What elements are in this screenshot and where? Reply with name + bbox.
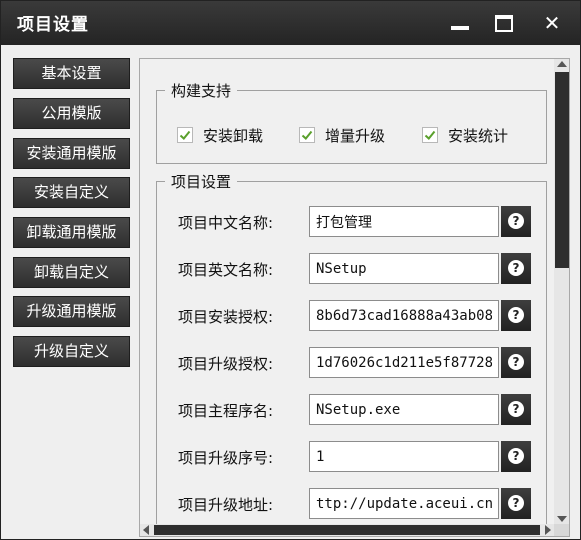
check-icon — [177, 127, 193, 143]
sidebar-item-uninstall-custom[interactable]: 卸载自定义 — [13, 257, 130, 288]
field-label-upgrade-number: 项目升级序号: — [178, 449, 274, 467]
close-icon[interactable]: ✕ — [540, 11, 564, 35]
build-support-title: 构建支持 — [165, 80, 238, 101]
help-button-upgrade-url[interactable]: ? — [501, 488, 531, 519]
cn-name-input[interactable] — [309, 206, 499, 237]
window-title: 项目设置 — [17, 15, 89, 35]
upgrade-url-input[interactable] — [309, 488, 499, 519]
project-settings-title: 项目设置 — [165, 171, 238, 192]
help-icon: ? — [508, 260, 524, 276]
help-button-cn-name[interactable]: ? — [501, 206, 531, 237]
check-icon — [422, 127, 438, 143]
settings-panel: 构建支持 安装卸载 增量升级 安装统计 项目设置 项目中文名称: 打包管理 ? … — [139, 58, 570, 537]
maximize-icon[interactable] — [492, 11, 516, 35]
project-settings-window: 项目设置 ✕ 基本设置 公用模版 安装通用模版 安装自定义 卸载通用模版 卸载自… — [0, 0, 581, 540]
checkbox-label: 增量升级 — [325, 127, 386, 145]
scroll-up-icon[interactable] — [557, 61, 567, 67]
install-auth-input[interactable] — [309, 300, 499, 331]
field-label-cn-name: 项目中文名称: — [178, 214, 274, 232]
minimize-icon[interactable] — [448, 11, 472, 35]
check-icon — [299, 127, 315, 143]
help-button-upgrade-auth[interactable]: ? — [501, 347, 531, 378]
help-icon: ? — [508, 213, 524, 229]
help-button-upgrade-number[interactable]: ? — [501, 441, 531, 472]
checkbox-label: 安装卸载 — [203, 127, 264, 145]
help-icon: ? — [508, 354, 524, 370]
sidebar-item-install-custom[interactable]: 安装自定义 — [13, 177, 130, 208]
vertical-scroll-thumb[interactable] — [555, 72, 569, 268]
horizontal-scrollbar[interactable] — [140, 524, 554, 536]
upgrade-auth-input[interactable] — [309, 347, 499, 378]
help-button-en-name[interactable]: ? — [501, 253, 531, 284]
help-icon: ? — [508, 401, 524, 417]
title-bar[interactable]: 项目设置 ✕ — [1, 1, 580, 45]
scrollbar-corner — [554, 524, 569, 536]
sidebar-item-upgrade-custom[interactable]: 升级自定义 — [13, 336, 130, 367]
field-label-en-name: 项目英文名称: — [178, 261, 274, 279]
upgrade-number-input[interactable] — [309, 441, 499, 472]
help-icon: ? — [508, 307, 524, 323]
field-label-install-auth: 项目安装授权: — [178, 308, 274, 326]
horizontal-scroll-thumb[interactable] — [154, 525, 540, 535]
sidebar-item-basic-settings[interactable]: 基本设置 — [13, 58, 130, 89]
en-name-input[interactable] — [309, 253, 499, 284]
help-icon: ? — [508, 448, 524, 464]
vertical-scrollbar[interactable] — [554, 59, 569, 524]
field-label-upgrade-url: 项目升级地址: — [178, 496, 274, 514]
help-icon: ? — [508, 495, 524, 511]
project-settings-group: 项目设置 项目中文名称: ? 项目英文名称: ? 项目安装授权: ? 项目升级授… — [156, 171, 547, 536]
field-label-upgrade-auth: 项目升级授权: — [178, 355, 274, 373]
scroll-right-icon[interactable] — [545, 525, 551, 535]
sidebar-item-install-template[interactable]: 安装通用模版 — [13, 138, 130, 169]
help-button-install-auth[interactable]: ? — [501, 300, 531, 331]
sidebar-item-common-template[interactable]: 公用模版 — [13, 98, 130, 129]
field-label-main-program: 项目主程序名: — [178, 402, 274, 420]
scroll-left-icon[interactable] — [143, 525, 149, 535]
help-button-main-program[interactable]: ? — [501, 394, 531, 425]
scroll-down-icon[interactable] — [557, 516, 567, 522]
main-program-input[interactable] — [309, 394, 499, 425]
sidebar-item-uninstall-template[interactable]: 卸载通用模版 — [13, 217, 130, 248]
sidebar-item-upgrade-template[interactable]: 升级通用模版 — [13, 296, 130, 327]
checkbox-label: 安装统计 — [448, 127, 509, 145]
build-support-group: 构建支持 安装卸载 增量升级 安装统计 — [156, 80, 547, 164]
